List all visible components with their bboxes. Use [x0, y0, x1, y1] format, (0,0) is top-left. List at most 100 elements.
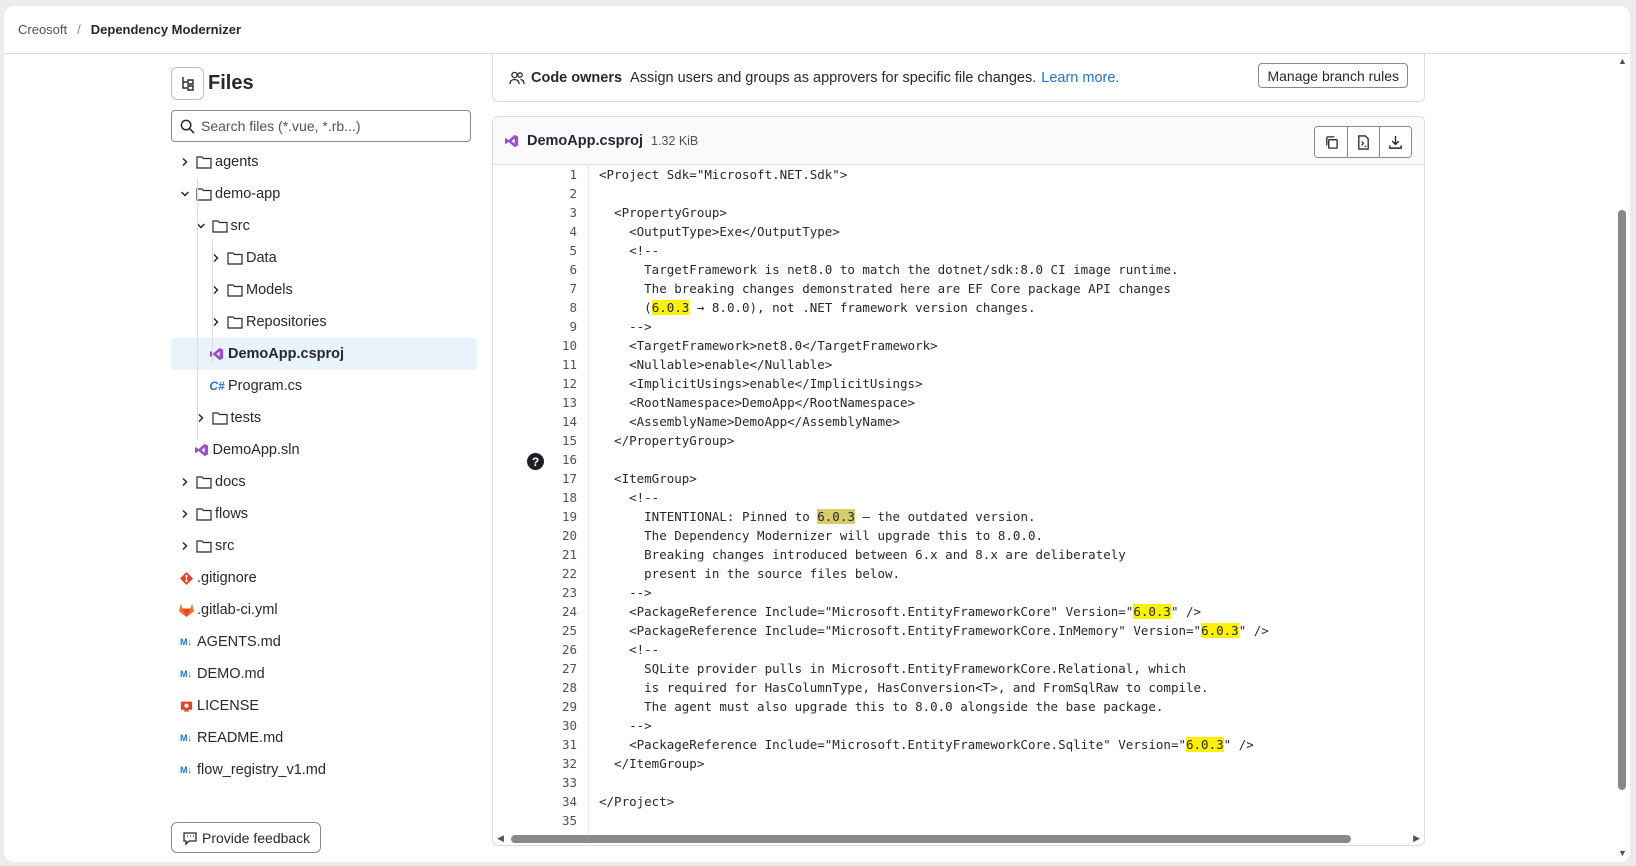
chevron-down-icon[interactable]: [193, 221, 209, 231]
tree-file-.gitlab-ci.yml[interactable]: .gitlab-ci.yml: [171, 594, 477, 626]
code-text: Breaking changes introduced between 6.x …: [599, 547, 1126, 562]
code-line: 8 (6.0.3 → 8.0.0), not .NET framework ve…: [493, 298, 1424, 317]
line-number[interactable]: 28: [493, 678, 579, 697]
line-number[interactable]: 31: [493, 735, 579, 754]
line-number[interactable]: 25: [493, 621, 579, 640]
line-number[interactable]: 14: [493, 412, 579, 431]
chevron-right-icon[interactable]: [208, 317, 224, 327]
line-number[interactable]: 26: [493, 640, 579, 659]
tree-file-LICENSE[interactable]: LICENSE: [171, 690, 477, 722]
line-number[interactable]: 22: [493, 564, 579, 583]
scroll-down-icon[interactable]: ▼: [1618, 848, 1627, 858]
code-view[interactable]: ? 1 <Project Sdk="Microsoft.NET.Sdk"> 2 3 <…: [493, 165, 1424, 845]
search-files-box[interactable]: [171, 110, 471, 142]
code-text: <Project Sdk="Microsoft.NET.Sdk">: [599, 167, 848, 182]
tree-file-Program.cs[interactable]: C# Program.cs: [171, 370, 477, 402]
line-number[interactable]: 18: [493, 488, 579, 507]
line-number[interactable]: 23: [493, 583, 579, 602]
line-number[interactable]: 33: [493, 773, 579, 792]
line-number[interactable]: 16: [493, 450, 579, 469]
tree-file-README.md[interactable]: M↓ README.md: [171, 722, 477, 754]
line-number[interactable]: 32: [493, 754, 579, 773]
code-text: The breaking changes demonstrated here a…: [599, 281, 1171, 296]
copy-contents-icon[interactable]: [1315, 127, 1347, 157]
chevron-right-icon[interactable]: [177, 541, 193, 551]
tree-item-label: DEMO.md: [197, 666, 265, 682]
tree-folder-docs[interactable]: docs: [171, 466, 477, 498]
sln-file-icon: [193, 443, 211, 457]
scroll-right-icon[interactable]: ▶: [1413, 833, 1420, 844]
file-tree-toggle-icon[interactable]: [171, 66, 204, 100]
line-number[interactable]: 34: [493, 792, 579, 811]
line-number[interactable]: 10: [493, 336, 579, 355]
tree-file-.gitignore[interactable]: .gitignore: [171, 562, 477, 594]
scroll-left-icon[interactable]: ◀: [497, 833, 504, 844]
tree-file-DEMO.md[interactable]: M↓ DEMO.md: [171, 658, 477, 690]
file-actions: [1314, 126, 1412, 158]
breadcrumb: Creosoft / Dependency Modernizer: [4, 6, 1630, 54]
line-number[interactable]: 11: [493, 355, 579, 374]
line-number[interactable]: 24: [493, 602, 579, 621]
scroll-up-icon[interactable]: ▲: [1618, 56, 1627, 66]
learn-more-link[interactable]: Learn more.: [1041, 70, 1119, 86]
tree-file-DemoApp.csproj[interactable]: DemoApp.csproj: [171, 338, 477, 370]
line-number[interactable]: 17: [493, 469, 579, 488]
line-number[interactable]: 7: [493, 279, 579, 298]
line-number[interactable]: 9: [493, 317, 579, 336]
chevron-right-icon[interactable]: [208, 253, 224, 263]
code-line: 14 <AssemblyName>DemoApp</AssemblyName>: [493, 412, 1424, 431]
tree-folder-demo-app[interactable]: demo-app: [171, 178, 477, 210]
manage-branch-rules-button[interactable]: Manage branch rules: [1258, 63, 1408, 88]
search-files-input[interactable]: [201, 118, 451, 134]
line-number[interactable]: 1: [493, 165, 579, 184]
provide-feedback-button[interactable]: Provide feedback: [171, 822, 322, 853]
line-number[interactable]: 13: [493, 393, 579, 412]
chevron-right-icon[interactable]: [177, 509, 193, 519]
line-number[interactable]: 4: [493, 222, 579, 241]
horizontal-scrollbar[interactable]: ◀ ▶: [493, 831, 1424, 845]
tree-file-DemoApp.sln[interactable]: DemoApp.sln: [171, 434, 477, 466]
open-raw-icon[interactable]: [1347, 127, 1379, 157]
tree-item-label: DemoApp.sln: [212, 442, 300, 458]
line-number[interactable]: 8: [493, 298, 579, 317]
code-text: <PackageReference Include="Microsoft.Ent…: [599, 604, 1202, 619]
code-line: 7 The breaking changes demonstrated here…: [493, 279, 1424, 298]
line-number[interactable]: 27: [493, 659, 579, 678]
code-text: <ItemGroup>: [599, 471, 697, 486]
breadcrumb-root-link[interactable]: Creosoft: [18, 22, 67, 37]
chevron-right-icon[interactable]: [177, 157, 193, 167]
vertical-scrollbar[interactable]: ▲ ▼: [1614, 54, 1630, 862]
line-number[interactable]: 3: [493, 203, 579, 222]
line-number[interactable]: 12: [493, 374, 579, 393]
line-number[interactable]: 2: [493, 184, 579, 203]
tree-file-flow_registry_v1.md[interactable]: M↓ flow_registry_v1.md: [171, 754, 477, 786]
line-number[interactable]: 21: [493, 545, 579, 564]
tree-file-AGENTS.md[interactable]: M↓ AGENTS.md: [171, 626, 477, 658]
line-number[interactable]: 15: [493, 431, 579, 450]
chevron-right-icon[interactable]: [193, 413, 209, 423]
line-number[interactable]: 6: [493, 260, 579, 279]
tree-folder-Repositories[interactable]: Repositories: [171, 306, 477, 338]
horizontal-scroll-thumb[interactable]: [511, 835, 1351, 843]
chevron-right-icon[interactable]: [177, 477, 193, 487]
code-line: 33: [493, 773, 1424, 792]
tree-folder-src[interactable]: src: [171, 210, 477, 242]
tree-folder-tests[interactable]: tests: [171, 402, 477, 434]
tree-folder-src[interactable]: src: [171, 530, 477, 562]
line-number[interactable]: 29: [493, 697, 579, 716]
tree-folder-Data[interactable]: Data: [171, 242, 477, 274]
chevron-right-icon[interactable]: [208, 285, 224, 295]
tree-folder-flows[interactable]: flows: [171, 498, 477, 530]
line-number[interactable]: 20: [493, 526, 579, 545]
tree-folder-agents[interactable]: agents: [171, 146, 477, 178]
breadcrumb-current[interactable]: Dependency Modernizer: [91, 22, 241, 37]
line-number[interactable]: 30: [493, 716, 579, 735]
line-number[interactable]: 5: [493, 241, 579, 260]
chevron-down-icon[interactable]: [177, 189, 193, 199]
download-icon[interactable]: [1379, 127, 1411, 157]
line-number[interactable]: 19: [493, 507, 579, 526]
tree-folder-Models[interactable]: Models: [171, 274, 477, 306]
vertical-scroll-thumb[interactable]: [1618, 210, 1626, 790]
line-number[interactable]: 35: [493, 811, 579, 830]
